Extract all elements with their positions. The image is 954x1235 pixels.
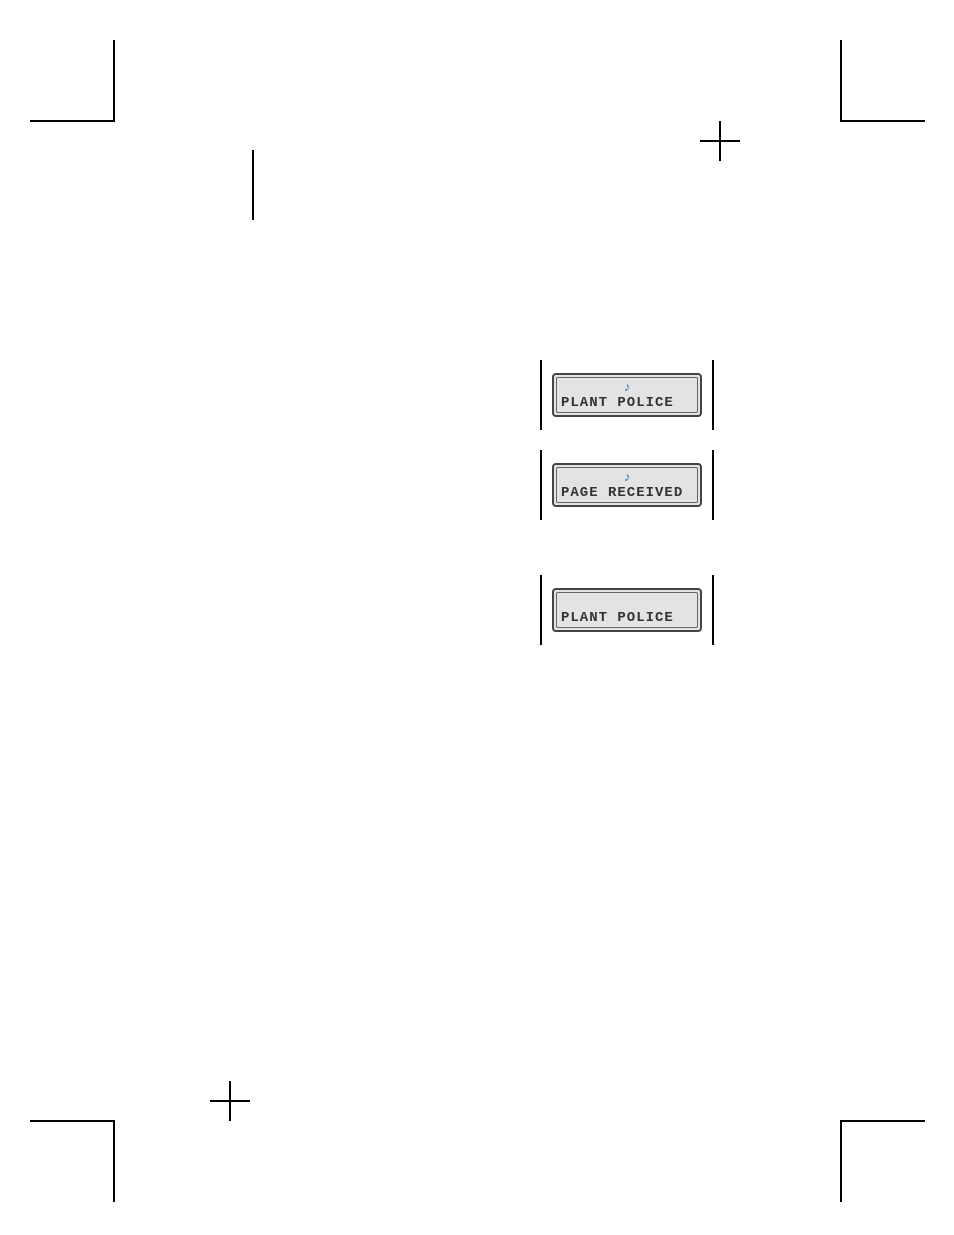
lcd-display-group-2: ♪ PAGE RECEIVED [540, 450, 714, 520]
lcd-display-group-1: ♪ PLANT POLICE [540, 360, 714, 430]
lcd-text-2: PAGE RECEIVED [561, 485, 683, 501]
side-bar-right [712, 575, 714, 645]
lcd-display-2: ♪ PAGE RECEIVED [552, 463, 702, 507]
crop-mark-br-h [840, 1120, 925, 1122]
lcd-text-1: PLANT POLICE [561, 395, 674, 411]
lcd-display-3: PLANT POLICE [552, 588, 702, 632]
crop-mark-tl-h [30, 120, 115, 122]
side-bar-right [712, 360, 714, 430]
crop-mark-bl-h [30, 1120, 115, 1122]
side-bar-left [540, 360, 542, 430]
music-note-icon: ♪ [623, 471, 631, 484]
music-note-icon: ♪ [623, 381, 631, 394]
lcd-display-1: ♪ PLANT POLICE [552, 373, 702, 417]
lcd-display-group-3: PLANT POLICE [540, 575, 714, 645]
crop-mark-tl-v [113, 40, 115, 122]
reg-plus-tr-v [719, 121, 721, 161]
interior-mark-v [252, 150, 254, 220]
lcd-text-3: PLANT POLICE [561, 610, 674, 626]
side-bar-left [540, 450, 542, 520]
reg-plus-bl-v [229, 1081, 231, 1121]
crop-mark-bl-v [113, 1120, 115, 1202]
side-bar-left [540, 575, 542, 645]
crop-mark-tr-v [840, 40, 842, 122]
crop-mark-tr-h [840, 120, 925, 122]
side-bar-right [712, 450, 714, 520]
crop-mark-br-v [840, 1120, 842, 1202]
